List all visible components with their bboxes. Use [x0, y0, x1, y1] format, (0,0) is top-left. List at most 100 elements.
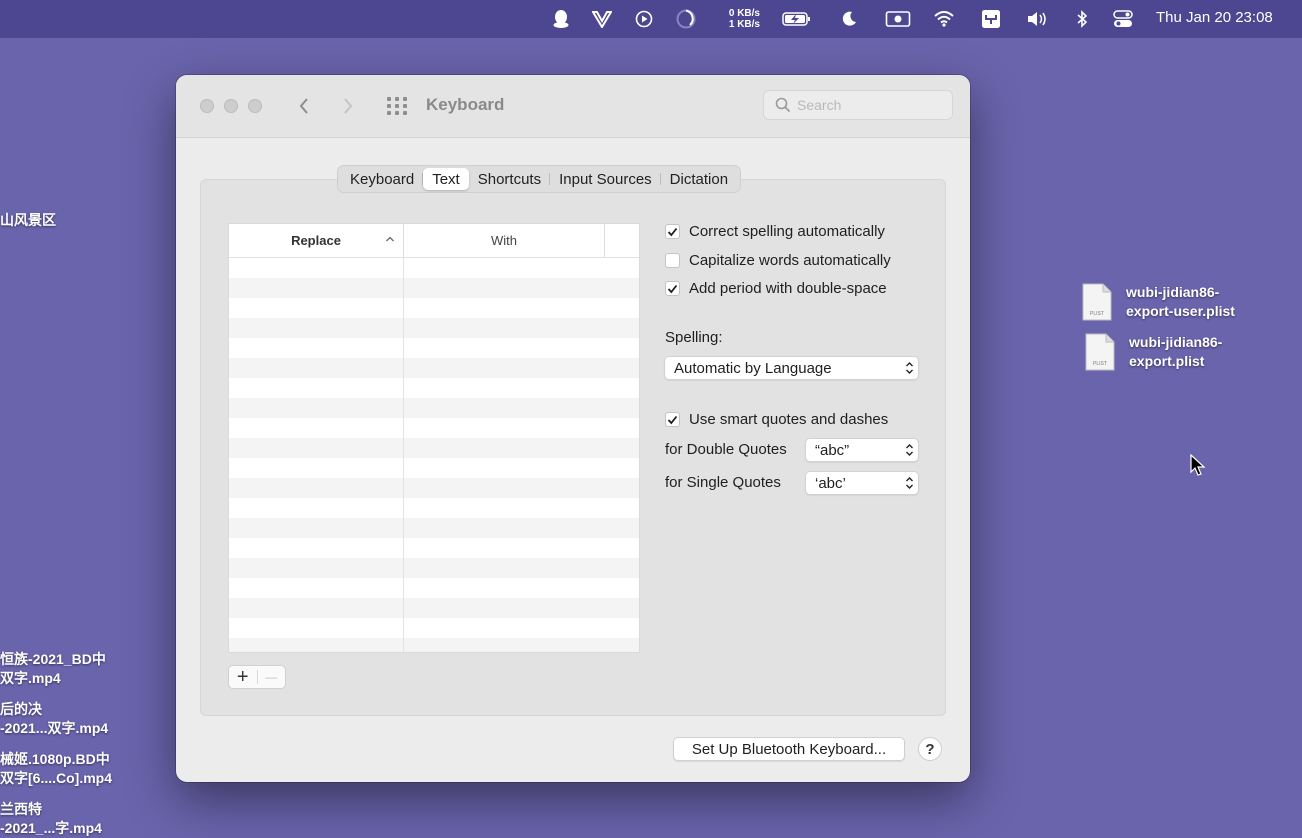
show-all-grid-icon[interactable]	[386, 96, 408, 116]
desktop-item-name: -2021_...字.mp4	[0, 820, 102, 836]
input-method-icon[interactable]	[980, 8, 1002, 30]
correct-spelling-checkbox[interactable]	[665, 224, 680, 239]
select-value: “abc”	[815, 441, 850, 459]
file-name-line2: export-user.plist	[1126, 303, 1235, 319]
double-quotes-label: for Double Quotes	[665, 441, 787, 458]
search-icon	[775, 97, 791, 113]
smart-quotes-checkbox-row[interactable]: Use smart quotes and dashes	[665, 411, 888, 428]
desktop-item-2[interactable]: 后的决 -2021...双字.mp4	[0, 700, 108, 738]
net-up: 0 KB/s	[728, 8, 760, 19]
tab-input-sources[interactable]: Input Sources	[550, 168, 661, 190]
desktop-item-name: 双字.mp4	[0, 670, 61, 686]
tab-bar: Keyboard Text Shortcuts Input Sources Di…	[337, 165, 742, 193]
checkmark-icon	[667, 415, 678, 424]
tab-text[interactable]: Text	[423, 168, 469, 190]
tab-label: Dictation	[669, 170, 729, 188]
net-down: 1 KB/s	[728, 19, 760, 30]
checkmark-icon	[667, 284, 678, 293]
menu-bar: 0 KB/s 1 KB/s Thu Jan 20 23:08	[0, 0, 1302, 38]
up-down-chevron-icon	[900, 476, 918, 490]
checkbox-label: Use smart quotes and dashes	[689, 411, 889, 428]
capitalize-checkbox[interactable]	[665, 253, 680, 268]
double-quotes-select[interactable]: “abc”	[805, 438, 919, 462]
file-name-line2: export.plist	[1129, 353, 1205, 369]
desktop-item-name: 山风景区	[0, 212, 56, 228]
tab-label: Keyboard	[350, 170, 415, 188]
up-down-chevron-icon	[900, 361, 918, 375]
desktop-file-label: wubi-jidian86- export-user.plist	[1126, 283, 1235, 321]
tab-shortcuts[interactable]: Shortcuts	[469, 168, 551, 190]
back-button[interactable]	[293, 94, 315, 118]
close-button[interactable]	[200, 99, 214, 113]
menubar-clock[interactable]: Thu Jan 20 23:08	[1156, 9, 1273, 26]
file-name-line1: wubi-jidian86-	[1129, 334, 1223, 350]
minimize-button[interactable]	[224, 99, 238, 113]
remove-button[interactable]: —	[258, 666, 286, 688]
column-header-replace[interactable]: Replace	[229, 224, 404, 257]
desktop-file-plist-user[interactable]: PLIST wubi-jidian86- export-user.plist	[1082, 283, 1235, 321]
zoom-button[interactable]	[248, 99, 262, 113]
desktop-file-plist[interactable]: PLIST wubi-jidian86- export.plist	[1085, 333, 1222, 371]
window-title: Keyboard	[426, 95, 505, 114]
plus-icon: +	[236, 666, 249, 688]
smart-quotes-checkbox[interactable]	[665, 412, 680, 427]
add-button[interactable]: +	[229, 666, 257, 688]
add-period-checkbox-row[interactable]: Add period with double-space	[665, 280, 887, 297]
plist-tag: PLIST	[1090, 311, 1104, 317]
desktop-item-name: 恒族-2021_BD中	[0, 651, 106, 667]
tab-label: Text	[432, 170, 460, 188]
single-quotes-select[interactable]: ‘abc’	[805, 471, 919, 495]
keyboard-preferences-window: Keyboard Keyboard Text Shortcuts Input S…	[176, 75, 970, 782]
chevron-right-icon	[344, 98, 353, 114]
plist-file-icon: PLIST	[1082, 283, 1112, 321]
add-remove-control: + —	[228, 665, 286, 689]
volume-icon[interactable]	[1027, 8, 1049, 30]
checkmark-icon	[667, 227, 678, 236]
title-bar: Keyboard	[176, 75, 970, 138]
text-replacement-table[interactable]: Replace With	[228, 223, 640, 653]
column-divider	[403, 258, 404, 652]
table-body[interactable]	[229, 258, 639, 652]
setup-bluetooth-keyboard-button[interactable]: Set Up Bluetooth Keyboard...	[673, 737, 905, 761]
search-field[interactable]	[763, 90, 953, 120]
search-input[interactable]	[797, 97, 947, 113]
play-circle-icon[interactable]	[633, 8, 655, 30]
column-header-label: Replace	[291, 233, 341, 248]
moon-icon[interactable]	[838, 8, 860, 30]
screen-record-icon[interactable]	[884, 8, 912, 30]
v-logo-icon[interactable]	[591, 8, 613, 30]
desktop-item-name: -2021...双字.mp4	[0, 720, 109, 736]
tab-label: Shortcuts	[477, 170, 542, 188]
desktop-item-name: 双字[6....Co].mp4	[0, 770, 113, 786]
bluetooth-icon[interactable]	[1071, 8, 1093, 30]
desktop-item-4[interactable]: 兰西特 -2021_...字.mp4	[0, 800, 102, 838]
correct-spelling-checkbox-row[interactable]: Correct spelling automatically	[665, 223, 885, 240]
spelling-language-select[interactable]: Automatic by Language	[664, 356, 919, 380]
column-header-label: With	[491, 233, 517, 248]
column-header-with[interactable]: With	[404, 224, 605, 257]
desktop-item-1[interactable]: 恒族-2021_BD中 双字.mp4	[0, 650, 106, 688]
tab-dictation[interactable]: Dictation	[661, 168, 737, 190]
desktop-item-3[interactable]: 械姬.1080p.BD中 双字[6....Co].mp4	[0, 750, 112, 788]
control-center-icon[interactable]	[1112, 8, 1134, 30]
tab-keyboard[interactable]: Keyboard	[341, 168, 424, 190]
spelling-label: Spelling:	[665, 329, 723, 346]
forward-button[interactable]	[337, 94, 359, 118]
checkbox-label: Capitalize words automatically	[689, 252, 891, 269]
desktop-item-0[interactable]: 山风景区	[0, 211, 56, 230]
tab-label: Input Sources	[559, 170, 652, 188]
checkbox-label: Correct spelling automatically	[689, 223, 885, 240]
activity-ring-icon[interactable]	[675, 8, 697, 30]
add-period-checkbox[interactable]	[665, 281, 680, 296]
select-value: Automatic by Language	[674, 359, 832, 377]
mouse-cursor-icon	[1190, 453, 1206, 483]
up-down-chevron-icon	[900, 443, 918, 457]
capitalize-checkbox-row[interactable]: Capitalize words automatically	[665, 252, 891, 269]
wifi-icon[interactable]	[933, 8, 955, 30]
qq-icon[interactable]	[550, 8, 572, 30]
help-button[interactable]: ?	[918, 737, 942, 761]
sort-ascending-icon	[386, 236, 394, 242]
battery-icon[interactable]	[782, 8, 812, 30]
desktop-item-name: 械姬.1080p.BD中	[0, 751, 110, 767]
network-stats: 0 KB/s 1 KB/s	[716, 8, 760, 30]
